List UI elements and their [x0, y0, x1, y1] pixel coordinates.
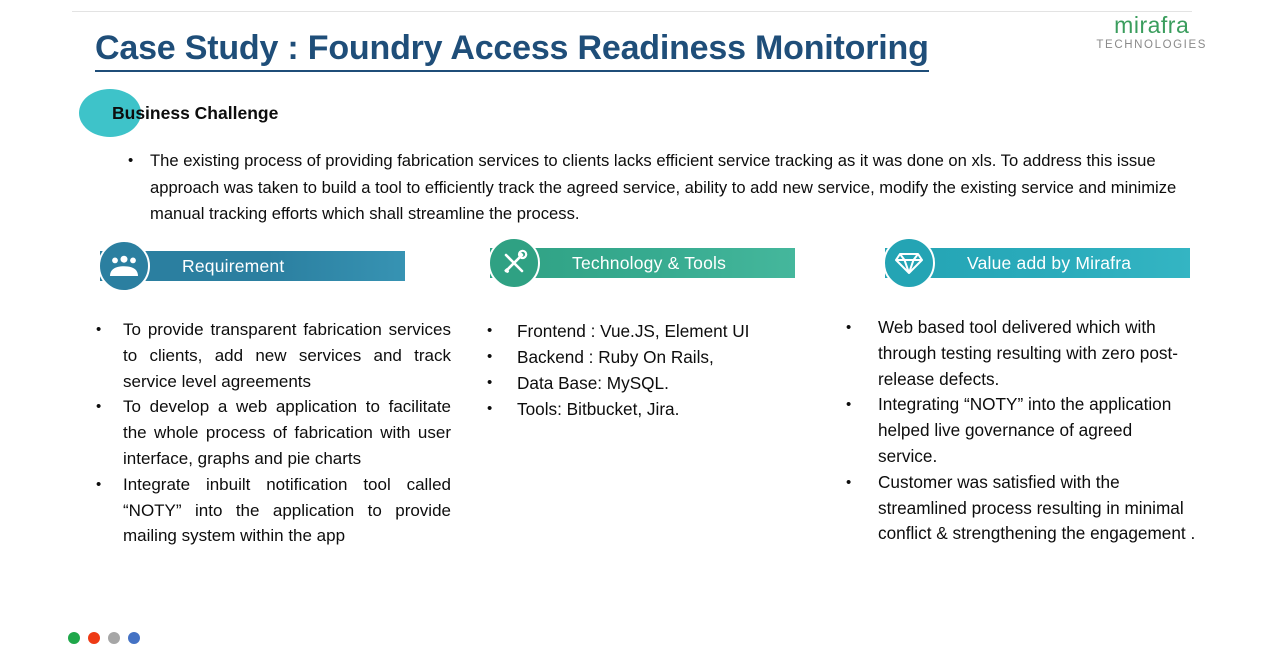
list-item: • Integrate inbuilt notification tool ca… [96, 472, 451, 549]
business-challenge-body: • The existing process of providing fabr… [128, 148, 1198, 228]
dot-gray [108, 632, 120, 644]
list-item-text: Data Base: MySQL. [517, 373, 669, 393]
bullet-glyph: • [846, 396, 852, 414]
list-item: • To provide transparent fabrication ser… [96, 317, 451, 394]
list-item: • Backend : Ruby On Rails, [487, 344, 807, 370]
section-banner-label: Value add by Mirafra [967, 253, 1132, 273]
bullet-list: • Frontend : Vue.JS, Element UI • Backen… [487, 318, 807, 422]
list-item-text: Integrating “NOTY” into the application … [878, 394, 1172, 466]
bullet-list: • Web based tool delivered which with th… [846, 315, 1196, 547]
list-item-text: Customer was satisfied with the streamli… [878, 471, 1196, 544]
list-item: • Tools: Bitbucket, Jira. [487, 396, 807, 422]
list-item: • Frontend : Vue.JS, Element UI [487, 318, 807, 344]
bullet-glyph: • [487, 374, 493, 391]
list-item: • To develop a web application to facili… [96, 394, 451, 471]
logo-tagline: TECHNOLOGIES [1096, 39, 1207, 51]
list-item: • Integrating “NOTY” into the applicatio… [846, 392, 1196, 469]
dot-blue [128, 632, 140, 644]
column-technology-tools: • Frontend : Vue.JS, Element UI • Backen… [487, 318, 807, 422]
bullet-glyph: • [128, 152, 134, 169]
bullet-glyph: • [96, 475, 102, 493]
column-value-add: • Web based tool delivered which with th… [846, 315, 1196, 547]
list-item: • Customer was satisfied with the stream… [846, 470, 1196, 547]
list-item: • Web based tool delivered which with th… [846, 315, 1196, 392]
bullet-glyph: • [96, 321, 102, 338]
slide-indicator-dots [68, 632, 140, 644]
list-item-text: Tools: Bitbucket, Jira. [517, 399, 680, 419]
business-challenge-heading: Business Challenge [112, 103, 279, 123]
bullet-glyph: • [96, 398, 102, 416]
list-item: • Data Base: MySQL. [487, 370, 807, 396]
bullet-glyph: • [487, 322, 493, 339]
list-item-text: To provide transparent fabrication servi… [123, 320, 451, 391]
list-item-text: Web based tool delivered which with thro… [878, 317, 1178, 389]
bullet-glyph: • [487, 400, 493, 417]
mirafra-logo: mirafra TECHNOLOGIES [1096, 14, 1207, 52]
logo-wordmark: mirafra [1114, 12, 1190, 38]
business-challenge-text: The existing process of providing fabric… [150, 151, 1177, 223]
dot-green [68, 632, 80, 644]
section-banner-label: Requirement [182, 256, 285, 276]
bullet-glyph: • [487, 348, 493, 365]
page-title: Case Study : Foundry Access Readiness Mo… [95, 29, 929, 72]
list-item-text: Integrate inbuilt notification tool call… [123, 474, 451, 546]
list-item-text: Frontend : Vue.JS, Element UI [517, 321, 750, 341]
list-item-text: Backend : Ruby On Rails, [517, 347, 714, 367]
bullet-glyph: • [846, 473, 852, 491]
list-item: • The existing process of providing fabr… [128, 148, 1198, 228]
wrench-screwdriver-icon [488, 237, 540, 289]
section-banner-label: Technology & Tools [572, 253, 727, 273]
bullet-list: • To provide transparent fabrication ser… [96, 317, 451, 549]
people-group-icon [98, 240, 150, 292]
dot-red [88, 632, 100, 644]
header-divider [72, 11, 1192, 12]
bullet-glyph: • [846, 319, 852, 336]
column-requirement: • To provide transparent fabrication ser… [96, 317, 451, 549]
diamond-icon [883, 237, 935, 289]
list-item-text: To develop a web application to facilita… [123, 397, 451, 468]
